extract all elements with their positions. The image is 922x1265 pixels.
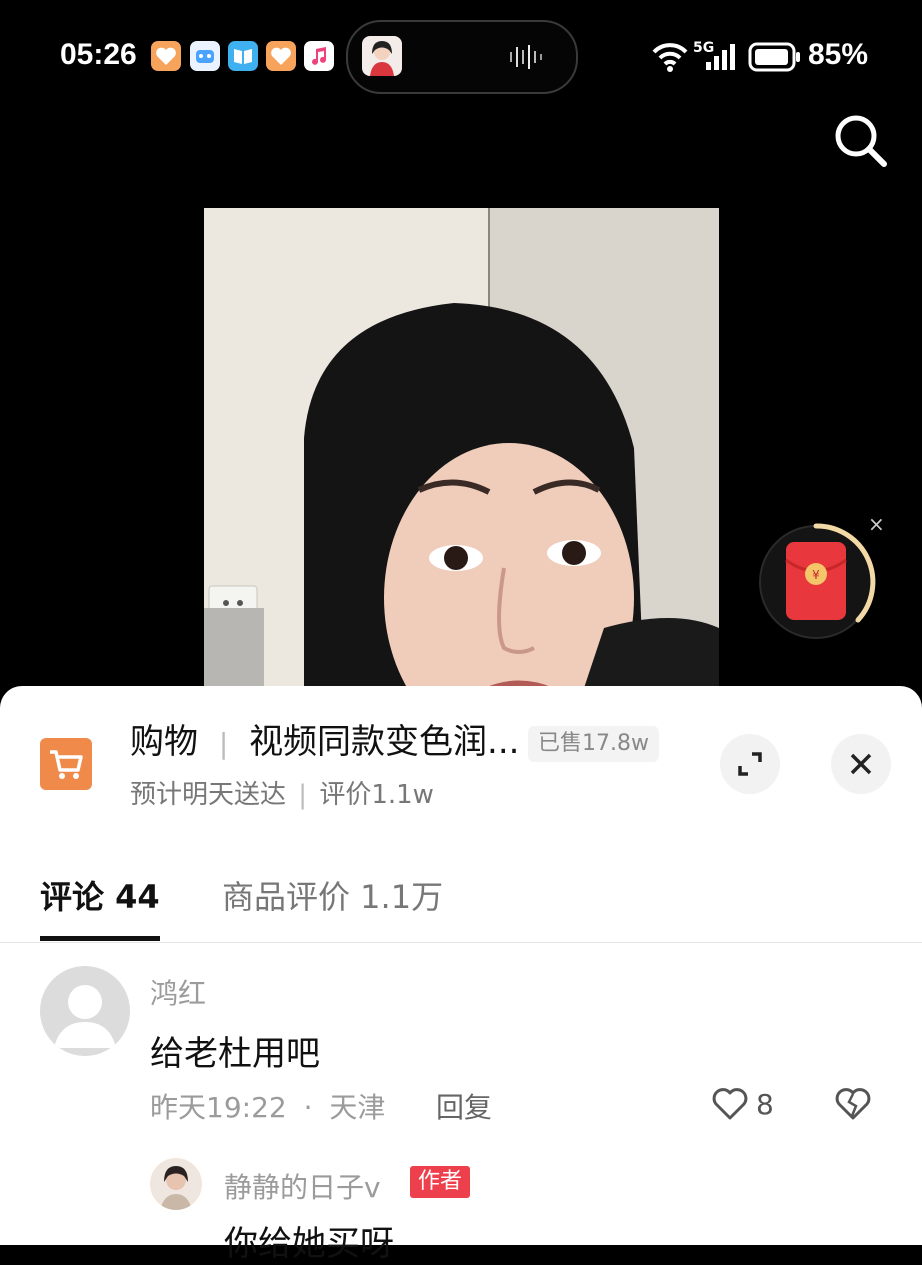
video-player[interactable] [204,208,719,688]
close-redpacket-icon[interactable]: × [868,512,885,536]
divider: | [218,727,229,760]
sold-count-badge: 已售17.8w [528,726,659,762]
reply-text: 你给她买呀 [224,1224,394,1264]
product-category: 购物 [130,722,198,762]
product-subtitle: 预计明天送达 | 评价1.1w [130,774,434,811]
comment-meta: 昨天19:22 · 天津 [150,1086,385,1126]
divider: | [298,780,308,810]
svg-text:¥: ¥ [812,568,820,582]
comment-text: 给老杜用吧 [150,1034,320,1074]
dislike-button[interactable] [832,1084,874,1128]
video-frame-image [204,208,719,688]
author-avatar-image [160,1166,192,1210]
search-icon[interactable] [830,110,890,174]
comment-username[interactable]: 鸿红 [150,972,206,1012]
comment-time: 昨天19:22 [150,1091,287,1124]
product-title-row[interactable]: 购物 | 视频同款变色润... [130,714,520,763]
close-button[interactable] [831,734,891,794]
delivery-estimate: 预计明天送达 [130,780,287,810]
robot-app-icon [190,41,220,71]
tabs-divider [0,942,922,943]
tab-comments[interactable]: 评论 44 [40,872,160,918]
music-app-icon [304,41,334,71]
avatar[interactable] [40,966,130,1056]
heart-app-icon [151,41,181,71]
default-avatar-icon [54,985,116,1048]
expand-icon [738,752,762,776]
active-tab-indicator [40,936,160,941]
product-title: 视频同款变色润... [249,722,520,762]
heart-icon [712,1088,748,1120]
close-icon [850,753,872,775]
dynamic-island[interactable] [346,20,578,94]
reply-button[interactable]: 回复 [436,1086,492,1126]
wifi-icon [650,40,690,76]
product-rating: 评价1.1w [319,780,434,810]
battery-icon [748,42,802,76]
dot-separator: · [303,1091,313,1124]
like-button[interactable] [710,1084,750,1128]
avatar-thumbnail [362,36,402,76]
like-count: 8 [756,1088,774,1121]
status-time: 05:26 [60,38,137,71]
reply-avatar[interactable] [150,1158,202,1210]
broken-heart-icon [835,1088,871,1120]
red-packet-widget[interactable]: ¥ [758,520,878,640]
author-badge: 作者 [410,1166,471,1198]
expand-button[interactable] [720,734,780,794]
audio-wave-icon [508,44,548,74]
comment-sheet: 购物 | 视频同款变色润... 已售17.8w 预计明天送达 | 评价1.1w … [0,686,922,1264]
heart-app-icon-2 [266,41,296,71]
shopping-cart-icon[interactable] [40,738,92,790]
tab-product-reviews[interactable]: 商品评价 1.1万 [222,872,443,918]
comment-location: 天津 [329,1091,386,1124]
reply-username[interactable]: 静静的日子v [224,1166,381,1206]
book-app-icon [228,41,258,71]
signal-icon [704,42,738,76]
status-bar: 05:26 5G 85% [0,0,922,110]
battery-level: 85% [808,38,869,71]
